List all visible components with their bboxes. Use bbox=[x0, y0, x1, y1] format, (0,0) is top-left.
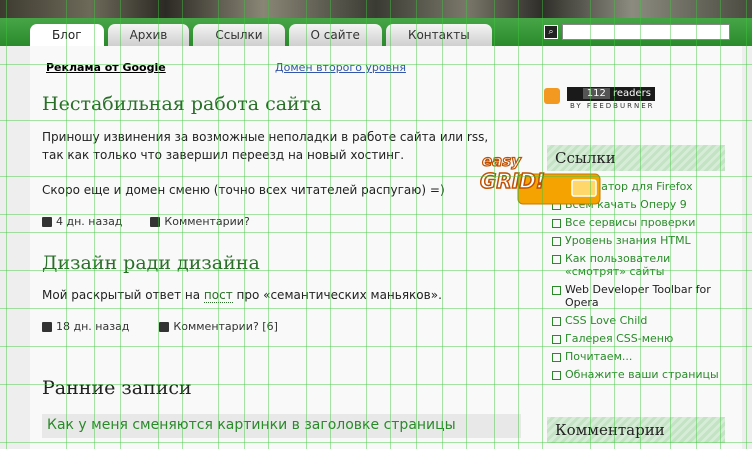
grid-line-vertical bbox=[390, 0, 391, 449]
grid-line-vertical bbox=[518, 0, 519, 449]
search-icon[interactable]: ⌕ bbox=[544, 25, 558, 39]
calendar-icon bbox=[42, 216, 52, 227]
grid-line-horizontal bbox=[0, 232, 752, 233]
sidebar-link-label: Галерея CSS-меню bbox=[565, 332, 674, 345]
external-link-icon bbox=[552, 255, 561, 264]
external-link-icon bbox=[552, 371, 561, 380]
comments-section-header: Комментарии bbox=[547, 417, 725, 443]
external-link-icon bbox=[552, 317, 561, 326]
feedburner-readers-badge[interactable]: 112 readers bbox=[567, 87, 655, 101]
grid-line-vertical bbox=[542, 0, 543, 449]
recent-posts-title: Ранние записи bbox=[42, 377, 192, 399]
grid-line-vertical bbox=[590, 0, 591, 449]
external-link-icon bbox=[552, 219, 561, 228]
sidebar-link-label: Как пользователи «смотрят» сайты bbox=[565, 252, 671, 278]
easygrid-logo-top: easy bbox=[482, 152, 522, 170]
ad-google-link[interactable]: Реклама от Google bbox=[46, 61, 166, 74]
grid-line-horizontal bbox=[0, 384, 752, 385]
tab-links[interactable]: Ссылки bbox=[193, 24, 285, 46]
grid-line-vertical bbox=[330, 0, 331, 449]
grid-line-vertical bbox=[670, 0, 671, 449]
comments-section-title: Комментарии bbox=[555, 421, 665, 439]
grid-line-vertical bbox=[182, 0, 183, 449]
grid-line-vertical bbox=[442, 0, 443, 449]
readers-count: 112 bbox=[582, 88, 610, 99]
grid-line-vertical bbox=[720, 0, 721, 449]
grid-line-vertical bbox=[158, 0, 159, 449]
grid-line-vertical bbox=[614, 0, 615, 449]
ad-domain-link[interactable]: Домен второго уровня bbox=[275, 61, 406, 74]
grid-line-vertical bbox=[268, 0, 269, 449]
readers-label: readers bbox=[613, 88, 651, 99]
grid-line-vertical bbox=[218, 0, 219, 449]
post-1-comments-link[interactable]: Комментарии? bbox=[164, 215, 249, 228]
recent-post-link[interactable]: Как у меня сменяются картинки в заголовк… bbox=[47, 417, 456, 433]
grid-line-vertical bbox=[696, 0, 697, 449]
post-2-text: Мой раскрытый ответ на пост про «семанти… bbox=[42, 286, 442, 304]
grid-line-vertical bbox=[120, 0, 121, 449]
grid-line-vertical bbox=[746, 0, 747, 449]
grid-line-vertical bbox=[94, 0, 95, 449]
tab-contacts[interactable]: Контакты bbox=[385, 24, 492, 46]
enter-icon bbox=[571, 179, 597, 197]
grid-line-vertical bbox=[6, 0, 7, 449]
search-bar: ⌕ bbox=[544, 24, 730, 40]
feedburner-caption: BY FEEDBURNER bbox=[570, 102, 655, 110]
post-2-date: 18 дн. назад bbox=[56, 320, 130, 333]
sidebar-link-label: Уровень знания HTML bbox=[565, 234, 691, 247]
sidebar-link-label: CSS Love Child bbox=[565, 314, 648, 327]
external-link-icon bbox=[552, 353, 561, 362]
external-link-icon bbox=[552, 237, 561, 246]
comment-icon bbox=[159, 321, 170, 332]
grid-line-vertical bbox=[366, 0, 367, 449]
tab-about[interactable]: О сайте bbox=[288, 24, 382, 46]
easygrid-logo-bottom: GRID! bbox=[480, 169, 545, 193]
easygrid-logo[interactable]: easy GRID! bbox=[478, 150, 602, 206]
sidebar-link-label: Web Developer Toolbar for Opera bbox=[565, 283, 711, 309]
sidebar-link-label: Почитаем... bbox=[565, 350, 633, 363]
calendar-icon bbox=[42, 321, 52, 332]
search-input[interactable] bbox=[562, 24, 730, 40]
grid-line-horizontal bbox=[0, 176, 752, 177]
post-1-line-1: Приношу извинения за возможные неполадки… bbox=[42, 130, 489, 144]
grid-line-horizontal bbox=[0, 64, 752, 65]
post-2-text-after: про «семантических маньяков». bbox=[232, 288, 442, 302]
grid-line-vertical bbox=[466, 0, 467, 449]
grid-line-vertical bbox=[244, 0, 245, 449]
sidebar-link-label: Все сервисы проверки bbox=[565, 216, 696, 229]
external-link-icon bbox=[552, 286, 561, 295]
post-2-comments-link[interactable]: Комментарии? [6] bbox=[173, 320, 277, 333]
grid-line-vertical bbox=[416, 0, 417, 449]
grid-line-vertical bbox=[494, 0, 495, 449]
rss-icon[interactable] bbox=[544, 88, 560, 104]
post-1-line-2: так как только что завершил переезд на н… bbox=[42, 148, 405, 162]
external-link-icon bbox=[552, 335, 561, 344]
grid-line-horizontal bbox=[0, 214, 752, 215]
grid-line-horizontal bbox=[0, 442, 752, 443]
grid-line-horizontal bbox=[0, 346, 752, 347]
nav-tabs: Блог Архив Ссылки О сайте Контакты bbox=[30, 24, 492, 48]
grid-line-vertical bbox=[640, 0, 641, 449]
grid-line-horizontal bbox=[0, 308, 752, 309]
grid-line-vertical bbox=[66, 0, 67, 449]
grid-line-horizontal bbox=[0, 270, 752, 271]
grid-line-vertical bbox=[306, 0, 307, 449]
post-2-meta: 18 дн. назад Комментарии? [6] bbox=[42, 320, 278, 333]
grid-line-horizontal bbox=[0, 120, 752, 121]
